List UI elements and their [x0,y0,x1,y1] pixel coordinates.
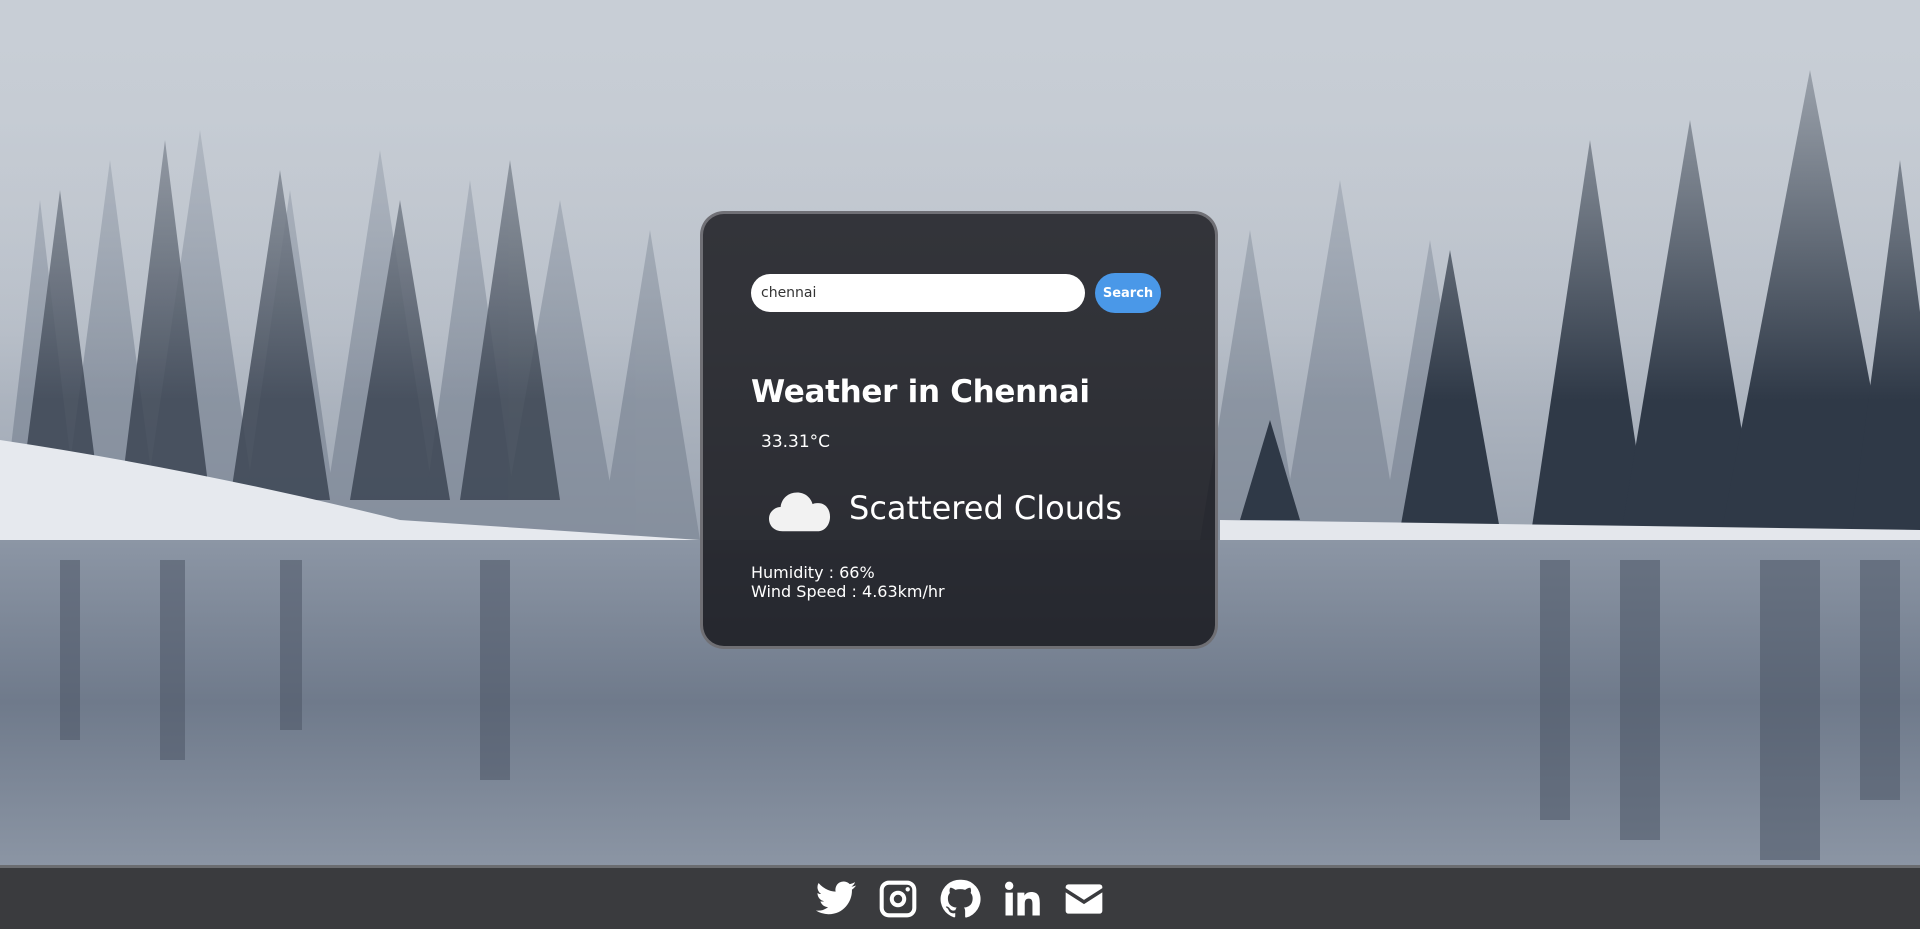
humidity: Humidity : 66% [751,563,875,582]
search-button[interactable]: Search [1095,273,1161,313]
weather-details: Humidity : 66% Wind Speed : 4.63km/hr [751,563,945,601]
github-icon[interactable] [937,876,983,922]
weather-title: Weather in Chennai [751,374,1090,410]
search-bar: Search [751,273,1161,313]
mail-icon[interactable] [1061,876,1107,922]
weather-card: Search Weather in Chennai 33.31°C Scatte… [700,211,1218,649]
wind-speed: Wind Speed : 4.63km/hr [751,582,945,601]
cloud-icon [769,492,831,532]
search-input[interactable] [751,274,1085,312]
condition-row: Scattered Clouds [769,482,1122,534]
condition-text: Scattered Clouds [849,489,1122,527]
linkedin-icon[interactable] [999,876,1045,922]
footer [0,865,1920,929]
temperature: 33.31°C [761,432,831,452]
twitter-icon[interactable] [813,876,859,922]
instagram-icon[interactable] [875,876,921,922]
